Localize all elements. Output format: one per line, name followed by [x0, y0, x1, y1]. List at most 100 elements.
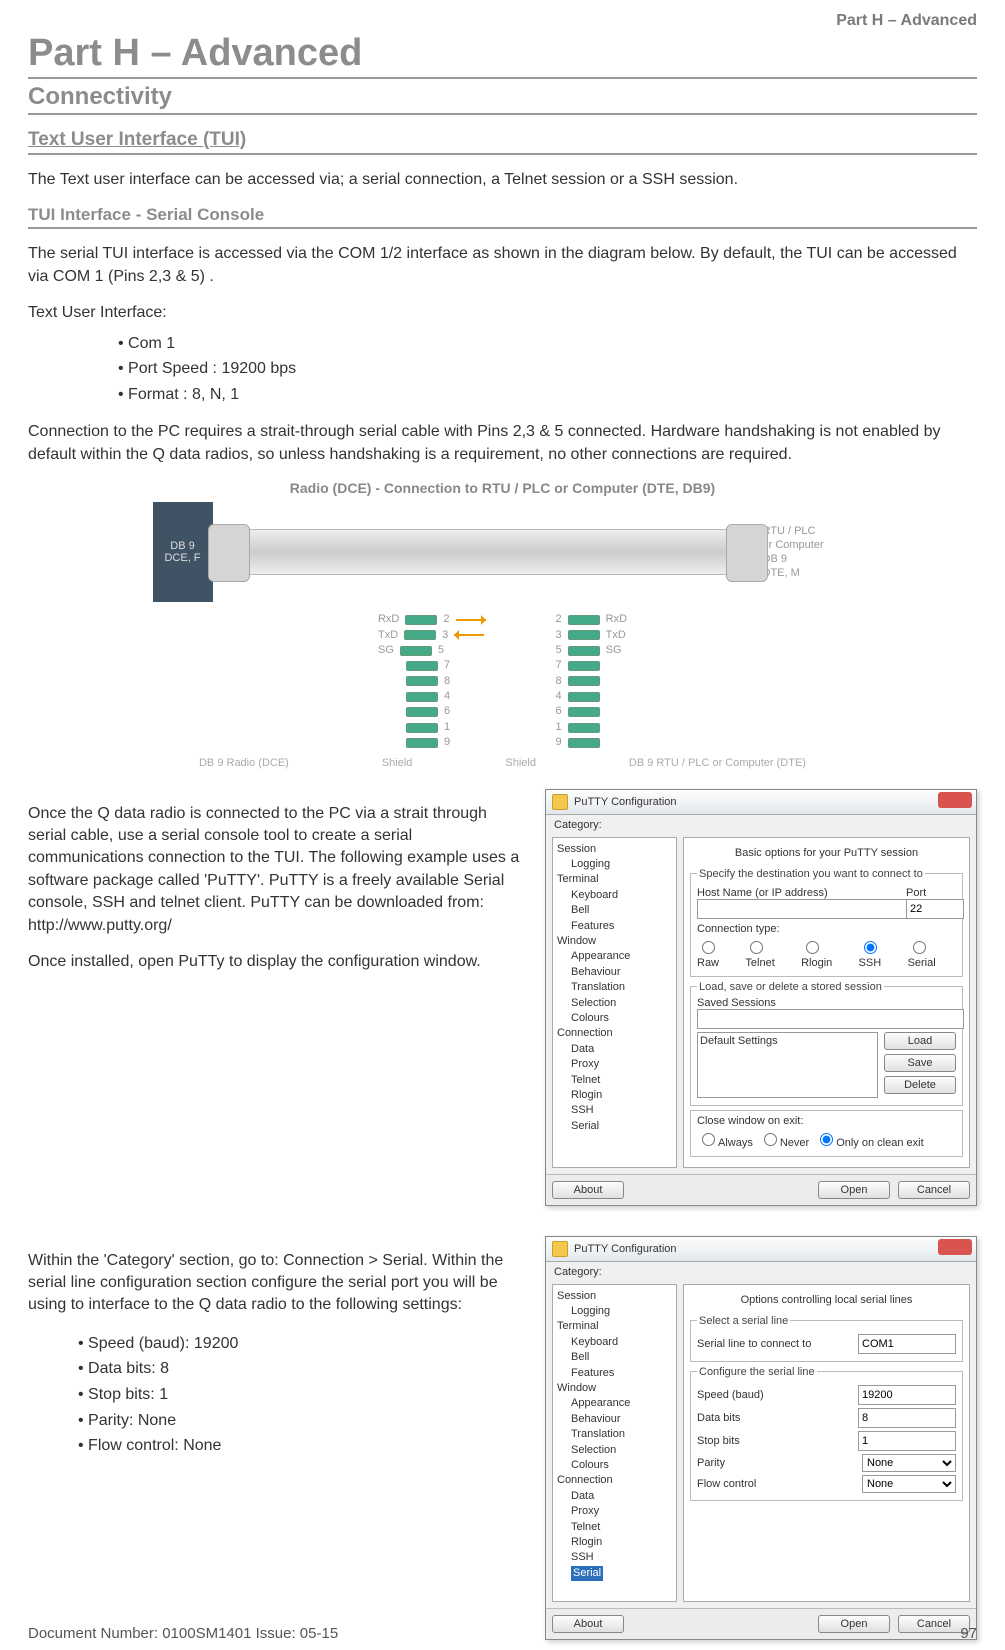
- cancel-button[interactable]: Cancel: [898, 1181, 970, 1199]
- open-button[interactable]: Open: [818, 1181, 890, 1199]
- serial-panel: Options controlling local serial lines S…: [683, 1284, 970, 1602]
- tree-item[interactable]: Window: [557, 934, 672, 949]
- label: 6: [444, 704, 450, 719]
- list-item: Port Speed : 19200 bps: [118, 356, 977, 382]
- radio-always[interactable]: [702, 1133, 715, 1146]
- port-input[interactable]: [906, 899, 964, 919]
- label: 4: [556, 689, 562, 704]
- part-title: Part H – Advanced: [28, 32, 977, 79]
- close-icon[interactable]: [938, 1239, 972, 1255]
- radio-never[interactable]: [764, 1133, 777, 1146]
- parity-select[interactable]: None: [862, 1454, 956, 1472]
- tree-item[interactable]: Session: [557, 1289, 672, 1304]
- category-label: Category:: [546, 815, 976, 831]
- tree-item[interactable]: Behaviour: [557, 965, 672, 980]
- close-icon[interactable]: [938, 792, 972, 808]
- label: or Computer: [763, 538, 853, 552]
- legend: Load, save or delete a stored session: [697, 981, 884, 993]
- serial-settings-bullets: Speed (baud): 19200 Data bits: 8 Stop bi…: [78, 1331, 525, 1459]
- tree-item[interactable]: SSH: [557, 1550, 672, 1565]
- save-button[interactable]: Save: [884, 1054, 956, 1072]
- label: Raw: [697, 957, 719, 969]
- tree-item[interactable]: Terminal: [557, 872, 672, 887]
- label: Only on clean exit: [836, 1137, 923, 1149]
- tree-item[interactable]: Serial: [557, 1119, 672, 1134]
- tree-item[interactable]: Colours: [557, 1458, 672, 1473]
- tree-item[interactable]: Connection: [557, 1473, 672, 1488]
- tree-item[interactable]: Session: [557, 842, 672, 857]
- closewin-label: Close window on exit:: [697, 1115, 956, 1127]
- saved-session-input[interactable]: [697, 1009, 964, 1029]
- tree-item[interactable]: Window: [557, 1381, 672, 1396]
- putty-serial-window: PuTTY Configuration Category: SessionLog…: [545, 1236, 977, 1640]
- serial-line-input[interactable]: [858, 1334, 956, 1354]
- tree-item[interactable]: Connection: [557, 1026, 672, 1041]
- about-button[interactable]: About: [552, 1181, 624, 1199]
- tree-item[interactable]: Keyboard: [557, 1335, 672, 1350]
- tree-item[interactable]: Bell: [557, 903, 672, 918]
- tree-item[interactable]: Logging: [557, 857, 672, 872]
- titlebar[interactable]: PuTTY Configuration: [546, 790, 976, 815]
- label: 1: [556, 720, 562, 735]
- radio-serial[interactable]: [913, 941, 926, 954]
- label: Serial: [908, 957, 936, 969]
- tree-item[interactable]: Selection: [557, 1443, 672, 1458]
- sessions-listbox[interactable]: Default Settings: [697, 1032, 878, 1098]
- tree-item[interactable]: Bell: [557, 1350, 672, 1365]
- radio-cleanexit[interactable]: [820, 1133, 833, 1146]
- tree-item[interactable]: Appearance: [557, 1396, 672, 1411]
- load-button[interactable]: Load: [884, 1032, 956, 1050]
- legend: Select a serial line: [697, 1315, 790, 1327]
- tree-item[interactable]: Appearance: [557, 949, 672, 964]
- legend: Configure the serial line: [697, 1366, 817, 1378]
- category-tree[interactable]: SessionLoggingTerminalKeyboardBellFeatur…: [552, 837, 677, 1168]
- radio-telnet[interactable]: [750, 941, 763, 954]
- radio-rlogin[interactable]: [806, 941, 819, 954]
- tree-item[interactable]: Rlogin: [557, 1535, 672, 1550]
- category-tree[interactable]: SessionLoggingTerminalKeyboardBellFeatur…: [552, 1284, 677, 1602]
- label: SSH: [859, 957, 882, 969]
- flowcontrol-label: Flow control: [697, 1478, 856, 1490]
- list-item: Com 1: [118, 331, 977, 357]
- tree-item[interactable]: Proxy: [557, 1057, 672, 1072]
- tree-item[interactable]: SSH: [557, 1103, 672, 1118]
- tree-item[interactable]: Data: [557, 1489, 672, 1504]
- tree-item[interactable]: Translation: [557, 980, 672, 995]
- tree-item[interactable]: Selection: [557, 996, 672, 1011]
- delete-button[interactable]: Delete: [884, 1076, 956, 1094]
- tree-item[interactable]: Features: [557, 919, 672, 934]
- tree-item[interactable]: Keyboard: [557, 888, 672, 903]
- label: 6: [556, 704, 562, 719]
- databits-input[interactable]: [858, 1408, 956, 1428]
- tree-item[interactable]: Telnet: [557, 1520, 672, 1535]
- tree-item[interactable]: Terminal: [557, 1319, 672, 1334]
- tree-item[interactable]: Logging: [557, 1304, 672, 1319]
- label: DCE, F: [164, 552, 200, 564]
- tree-item[interactable]: Features: [557, 1366, 672, 1381]
- list-item[interactable]: Default Settings: [700, 1035, 875, 1047]
- cable-icon: [217, 529, 759, 575]
- label: RTU / PLC: [763, 524, 853, 538]
- titlebar[interactable]: PuTTY Configuration: [546, 1237, 976, 1262]
- tree-item[interactable]: Behaviour: [557, 1412, 672, 1427]
- radio-ssh[interactable]: [864, 941, 877, 954]
- pins-right: 2RxD 3TxD 5SG 7 8 4 6 1 9: [556, 612, 628, 751]
- tree-item[interactable]: Data: [557, 1042, 672, 1057]
- tree-item[interactable]: Telnet: [557, 1073, 672, 1088]
- host-label: Host Name (or IP address): [697, 887, 900, 899]
- speed-input[interactable]: [858, 1385, 956, 1405]
- radio-raw[interactable]: [702, 941, 715, 954]
- tree-item[interactable]: Rlogin: [557, 1088, 672, 1103]
- footer-docnum: Document Number: 0100SM1401 Issue: 05-15: [28, 1625, 338, 1642]
- label: RxD: [378, 612, 399, 627]
- tree-item[interactable]: Colours: [557, 1011, 672, 1026]
- conntype-radios[interactable]: Raw Telnet Rlogin SSH Serial: [697, 938, 956, 969]
- flowcontrol-select[interactable]: None: [862, 1475, 956, 1493]
- list-item: Stop bits: 1: [78, 1382, 525, 1408]
- tree-item[interactable]: Serial: [557, 1566, 672, 1581]
- label: 2: [556, 612, 562, 627]
- tree-item[interactable]: Proxy: [557, 1504, 672, 1519]
- host-input[interactable]: [697, 899, 908, 919]
- tree-item[interactable]: Translation: [557, 1427, 672, 1442]
- stopbits-input[interactable]: [858, 1431, 956, 1451]
